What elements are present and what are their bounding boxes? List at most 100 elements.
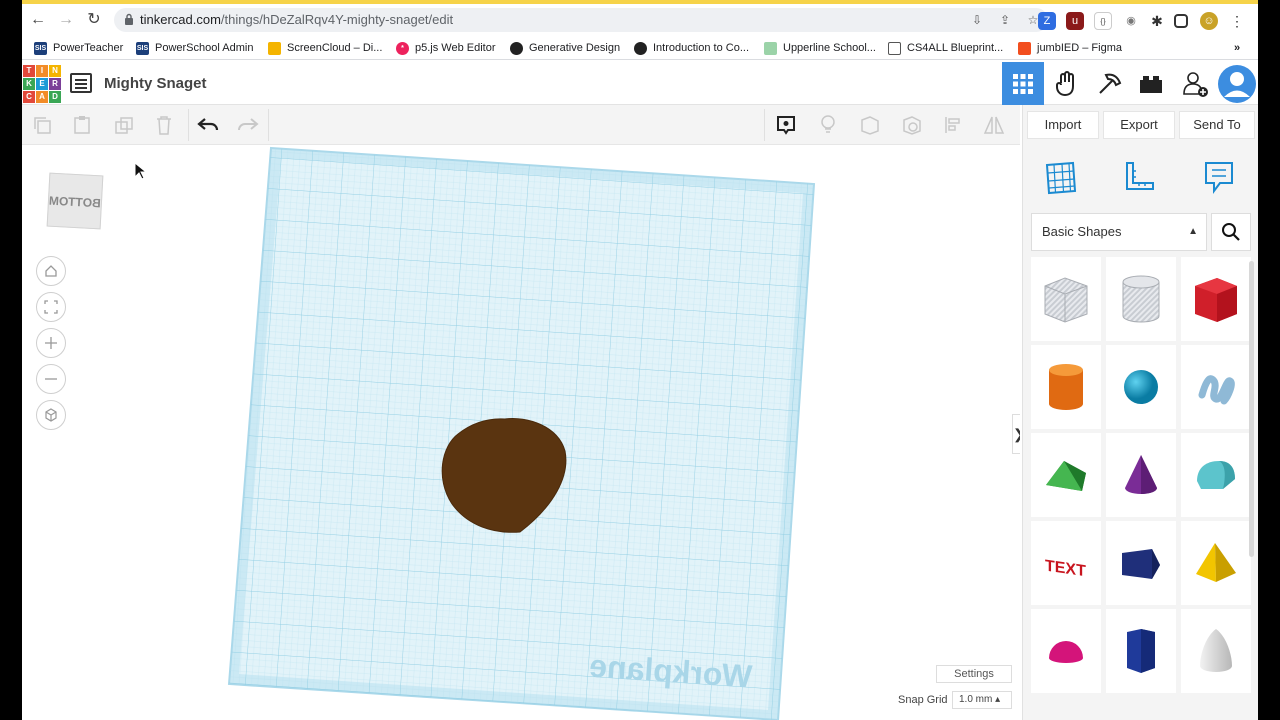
logo-letter: A	[36, 91, 48, 103]
install-app-icon[interactable]: ⇩	[970, 13, 984, 27]
bookmark-powerschool-admin[interactable]: SIS PowerSchool Admin	[136, 40, 253, 56]
export-button[interactable]: Export	[1103, 111, 1175, 139]
home-view-button[interactable]	[36, 256, 66, 286]
snap-grid-label: Snap Grid	[898, 694, 948, 706]
fit-view-button[interactable]	[36, 292, 66, 322]
shape-cylinder[interactable]	[1031, 345, 1101, 429]
shape-wedge[interactable]	[1106, 521, 1176, 605]
json-extension-icon[interactable]: {}	[1094, 12, 1112, 30]
fit-view-icon	[44, 300, 58, 314]
toolbar-divider	[268, 109, 269, 141]
logo-letter: K	[23, 78, 35, 90]
home-icon	[45, 265, 57, 277]
add-user-icon	[1183, 71, 1208, 97]
shape-round-roof[interactable]	[1181, 433, 1251, 517]
search-icon	[1222, 223, 1240, 241]
hole-shape-icon[interactable]	[900, 113, 924, 137]
sidepanel-icon[interactable]	[1174, 14, 1188, 28]
back-arrow-icon[interactable]: ←	[28, 10, 48, 30]
settings-button[interactable]: Settings	[936, 665, 1012, 683]
delete-icon[interactable]	[152, 113, 176, 137]
ruler-tool-button[interactable]	[1119, 157, 1159, 197]
panel-toggle-button[interactable]: ❯	[1012, 414, 1020, 454]
ublock-extension-icon[interactable]: u	[1066, 12, 1084, 30]
blocks-button[interactable]	[1046, 62, 1088, 105]
shape-text[interactable]: TEXT	[1031, 521, 1101, 605]
bookmark-cs4all[interactable]: CS4ALL Blueprint...	[888, 40, 1003, 56]
puzzle-extensions-icon[interactable]: ✱	[1148, 12, 1166, 30]
ortho-view-button[interactable]	[36, 400, 66, 430]
view-cube[interactable]: BOTTOM	[46, 172, 104, 230]
zoom-in-button[interactable]	[36, 328, 66, 358]
share-icon[interactable]: ⇪	[998, 13, 1012, 27]
solid-shape-icon[interactable]	[858, 113, 882, 137]
shape-paraboloid[interactable]	[1181, 609, 1251, 693]
shape-roof[interactable]	[1031, 433, 1101, 517]
reload-icon[interactable]: ↻	[84, 10, 104, 30]
lock-icon	[125, 13, 133, 25]
address-bar[interactable]: tinkercad.com/things/hDeZalRqv4Y-mighty-…	[114, 8, 1048, 32]
shape-cylinder-hole[interactable]	[1106, 257, 1176, 341]
zoom-extension-icon[interactable]: Z	[1038, 12, 1056, 30]
send-to-button[interactable]: Send To	[1179, 111, 1255, 139]
camera-extension-icon[interactable]: ◉	[1122, 12, 1140, 30]
cube-icon	[45, 408, 57, 422]
mouse-cursor-icon	[134, 162, 146, 180]
shape-polygon[interactable]	[1106, 609, 1176, 693]
design-list-icon[interactable]	[70, 73, 92, 93]
shapes-scrollbar[interactable]	[1249, 261, 1254, 557]
undo-icon[interactable]	[196, 113, 220, 137]
shape-search-button[interactable]	[1211, 213, 1251, 251]
more-bookmarks-button[interactable]: »	[1234, 40, 1240, 56]
mirror-icon[interactable]	[982, 113, 1006, 137]
note-icon	[1205, 162, 1233, 194]
bookmark-label: PowerSchool Admin	[155, 42, 254, 54]
bookmark-introduction[interactable]: Introduction to Co...	[634, 40, 749, 56]
workplane-grid[interactable]: Workplane	[22, 146, 1020, 720]
zoom-out-button[interactable]	[36, 364, 66, 394]
bookmark-upperline[interactable]: Upperline School...	[764, 40, 876, 56]
shape-pyramid[interactable]	[1181, 521, 1251, 605]
workplane-canvas[interactable]: Workplane BOTTOM ❯ Settings Snap Grid 1.…	[22, 146, 1020, 720]
bookmark-figma[interactable]: jumbIED – Figma	[1018, 40, 1122, 56]
shape-box-hole[interactable]	[1031, 257, 1101, 341]
lego-button[interactable]	[1130, 62, 1172, 105]
bookmark-generative-design[interactable]: Generative Design	[510, 40, 620, 56]
shapes-panel: Import Export Send To Basic Shapes ▲ TEX…	[1022, 105, 1258, 720]
logo-letter: N	[49, 65, 61, 77]
add-user-button[interactable]	[1174, 62, 1216, 105]
shape-half-sphere[interactable]	[1031, 609, 1101, 693]
bookmarks-bar: SIS PowerTeacher SIS PowerSchool Admin Scr…	[22, 36, 1258, 60]
bookmark-p5js[interactable]: * p5.js Web Editor	[396, 40, 496, 56]
bookmark-label: p5.js Web Editor	[415, 42, 496, 54]
tinkercad-logo[interactable]: T I N K E R C A D	[23, 65, 61, 103]
notes-tool-button[interactable]	[1199, 157, 1239, 197]
shape-category-select[interactable]: Basic Shapes ▲	[1031, 213, 1207, 251]
align-icon[interactable]	[942, 113, 966, 137]
screencloud-icon	[268, 41, 281, 55]
bricks-button[interactable]	[1088, 62, 1130, 105]
import-button[interactable]: Import	[1027, 111, 1099, 139]
shape-scribble[interactable]	[1181, 345, 1251, 429]
kebab-menu-icon[interactable]: ⋮	[1228, 12, 1246, 30]
3d-view-button[interactable]	[1002, 62, 1044, 105]
redo-icon[interactable]	[236, 113, 260, 137]
bookmark-powerteacher[interactable]: SIS PowerTeacher	[34, 40, 123, 56]
snap-grid-select[interactable]: 1.0 mm ▴	[952, 691, 1012, 709]
paste-icon[interactable]	[70, 113, 94, 137]
notes-icon[interactable]	[774, 113, 798, 137]
profile-avatar-icon[interactable]: ☺	[1200, 12, 1218, 30]
user-avatar-button[interactable]	[1216, 62, 1258, 105]
workplane-tool-button[interactable]	[1041, 157, 1081, 197]
shape-cone[interactable]	[1106, 433, 1176, 517]
duplicate-icon[interactable]	[112, 113, 136, 137]
design-title[interactable]: Mighty Snaget	[104, 75, 207, 92]
shape-box[interactable]	[1181, 257, 1251, 341]
forward-arrow-icon[interactable]: →	[56, 10, 76, 30]
logo-letter: T	[23, 65, 35, 77]
bookmark-screencloud[interactable]: ScreenCloud – Di...	[268, 40, 382, 56]
view-cube-label: BOTTOM	[48, 193, 102, 211]
shape-sphere[interactable]	[1106, 345, 1176, 429]
lightbulb-icon[interactable]	[816, 113, 840, 137]
copy-icon[interactable]	[30, 113, 54, 137]
